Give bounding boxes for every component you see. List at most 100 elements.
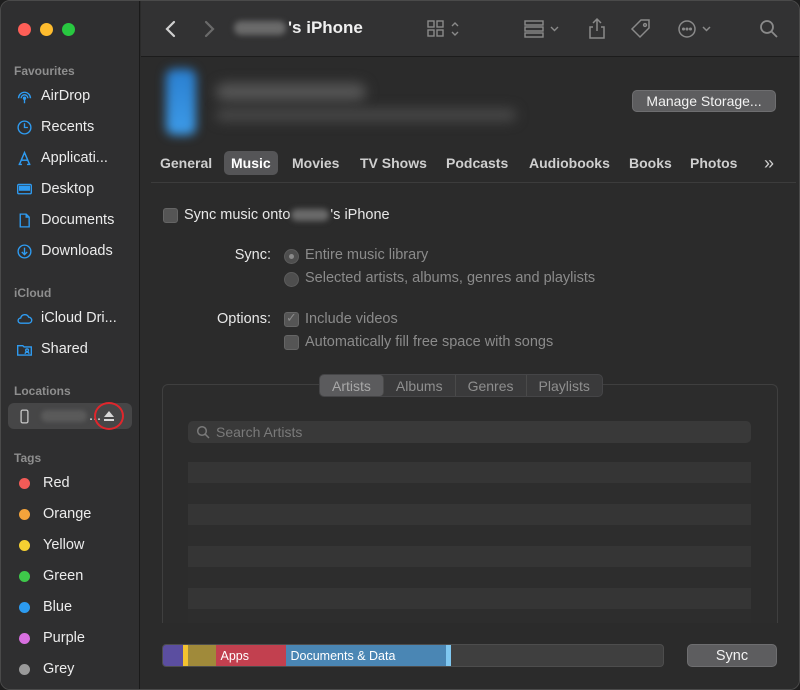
- minimize-window-button[interactable]: [40, 23, 53, 36]
- segment-genres[interactable]: Genres: [456, 375, 527, 396]
- iphone-icon: [20, 408, 29, 424]
- sidebar-tag-red[interactable]: Red: [8, 470, 132, 496]
- segment-playlists[interactable]: Playlists: [527, 375, 602, 396]
- tab-general[interactable]: General: [153, 151, 219, 175]
- tag-color-dot: [19, 663, 30, 675]
- sidebar-item-icloud-drive[interactable]: iCloud Dri...: [8, 305, 132, 331]
- tag-color-dot: [19, 632, 30, 644]
- desktop-icon: [17, 183, 32, 194]
- tab-books[interactable]: Books: [622, 151, 679, 175]
- sidebar-tag-green[interactable]: Green: [8, 563, 132, 589]
- tab-audiobooks[interactable]: Audiobooks: [522, 151, 617, 175]
- sidebar-item-label: Yellow: [43, 537, 85, 553]
- close-window-button[interactable]: [18, 23, 31, 36]
- view-toggle-icon[interactable]: [426, 17, 462, 41]
- include-videos-checkbox[interactable]: [284, 310, 299, 327]
- tag-color-dot: [19, 477, 30, 489]
- toolbar: 's iPhone: [141, 1, 799, 57]
- selected-items-label: Selected artists, albums, genres and pla…: [305, 270, 596, 286]
- search-icon: [196, 425, 210, 439]
- sidebar-item-label: Green: [43, 568, 84, 584]
- sidebar-tag-purple[interactable]: Purple: [8, 625, 132, 651]
- segment-artists[interactable]: Artists: [320, 375, 384, 396]
- sidebar-item-airdrop[interactable]: AirDrop: [8, 83, 132, 109]
- sync-music-checkbox[interactable]: [163, 208, 178, 223]
- clock-icon: [17, 119, 32, 135]
- sync-label: Sync:: [234, 247, 271, 263]
- device-image: [166, 69, 196, 135]
- sidebar-item-recents[interactable]: Recents: [8, 114, 132, 140]
- document-icon: [19, 212, 30, 228]
- device-info-redacted: [216, 83, 366, 101]
- autofill-label: Automatically fill free space with songs: [305, 334, 554, 350]
- icloud-section-title: iCloud: [14, 286, 52, 300]
- tab-movies[interactable]: Movies: [285, 151, 346, 175]
- sidebar-item-applications[interactable]: Applicati...: [8, 145, 132, 171]
- sidebar-item-label: iCloud Dri...: [41, 310, 117, 326]
- storage-segment: [188, 645, 216, 666]
- back-icon[interactable]: [163, 17, 179, 41]
- list-item[interactable]: [188, 483, 751, 504]
- manage-storage-button[interactable]: Manage Storage...: [632, 90, 776, 112]
- list-item[interactable]: [188, 546, 751, 567]
- locations-section-title: Locations: [14, 384, 71, 398]
- applications-icon: [18, 150, 31, 165]
- segment-albums[interactable]: Albums: [384, 375, 456, 396]
- tabs-overflow-button[interactable]: »: [757, 151, 781, 175]
- tab-music[interactable]: Music: [224, 151, 278, 175]
- device-name-redacted: [41, 410, 87, 422]
- tab-bar: General Music Movies TV Shows Podcasts A…: [151, 151, 796, 177]
- sidebar-item-label: AirDrop: [41, 88, 91, 104]
- sidebar-item-label: Applicati...: [41, 150, 108, 166]
- download-icon: [17, 243, 32, 259]
- sidebar-item-shared[interactable]: Shared: [8, 336, 132, 362]
- favourites-section-title: Favourites: [14, 64, 75, 78]
- sidebar-tag-grey[interactable]: Grey: [8, 656, 132, 682]
- tab-podcasts[interactable]: Podcasts: [439, 151, 515, 175]
- sidebar-tag-yellow[interactable]: Yellow: [8, 532, 132, 558]
- search-placeholder: Search Artists: [216, 424, 303, 440]
- tags-section-title: Tags: [14, 451, 42, 465]
- tag-color-dot: [19, 601, 30, 613]
- entire-library-radio[interactable]: [284, 249, 299, 264]
- storage-segment: [163, 645, 183, 666]
- browse-segmented-control: Artists Albums Genres Playlists: [319, 374, 603, 397]
- tag-icon[interactable]: [629, 17, 653, 41]
- list-item[interactable]: [188, 504, 751, 525]
- list-item[interactable]: [188, 588, 751, 609]
- shared-folder-icon: [17, 344, 32, 356]
- selected-items-radio[interactable]: [284, 272, 299, 287]
- list-item[interactable]: [188, 567, 751, 588]
- search-artists-field[interactable]: Search Artists: [188, 421, 751, 443]
- forward-icon[interactable]: [201, 17, 217, 41]
- sidebar-item-label: Red: [43, 475, 70, 491]
- tab-tv-shows[interactable]: TV Shows: [353, 151, 434, 175]
- cloud-icon: [17, 313, 33, 324]
- tag-color-dot: [19, 570, 30, 582]
- tab-photos[interactable]: Photos: [683, 151, 744, 175]
- sidebar-item-label: Downloads: [41, 243, 113, 259]
- sidebar-item-label: Blue: [43, 599, 73, 615]
- share-icon[interactable]: [587, 17, 607, 41]
- sidebar-item-downloads[interactable]: Downloads: [8, 238, 132, 264]
- sidebar-tag-orange[interactable]: Orange: [8, 501, 132, 527]
- list-item[interactable]: [188, 525, 751, 546]
- group-icon[interactable]: [523, 17, 563, 41]
- autofill-checkbox[interactable]: [284, 335, 299, 350]
- sidebar-item-documents[interactable]: Documents: [8, 207, 132, 233]
- finder-window: Favourites AirDrop Recents Applicati... …: [0, 0, 800, 690]
- zoom-window-button[interactable]: [62, 23, 75, 36]
- tag-color-dot: [19, 508, 30, 520]
- list-item[interactable]: [188, 462, 751, 483]
- device-details-redacted: [216, 109, 516, 121]
- storage-usage-bar: Apps Documents & Data: [162, 644, 664, 667]
- sidebar-item-label: Recents: [41, 119, 95, 135]
- sidebar-item-desktop[interactable]: Desktop: [8, 176, 132, 202]
- tab-divider: [151, 182, 796, 183]
- sync-button[interactable]: Sync: [687, 644, 777, 667]
- more-actions-icon[interactable]: [676, 17, 716, 41]
- sync-music-prefix: Sync music onto: [184, 207, 291, 223]
- search-icon[interactable]: [759, 17, 779, 41]
- sidebar-tag-blue[interactable]: Blue: [8, 594, 132, 620]
- sync-music-suffix: 's iPhone: [330, 207, 390, 223]
